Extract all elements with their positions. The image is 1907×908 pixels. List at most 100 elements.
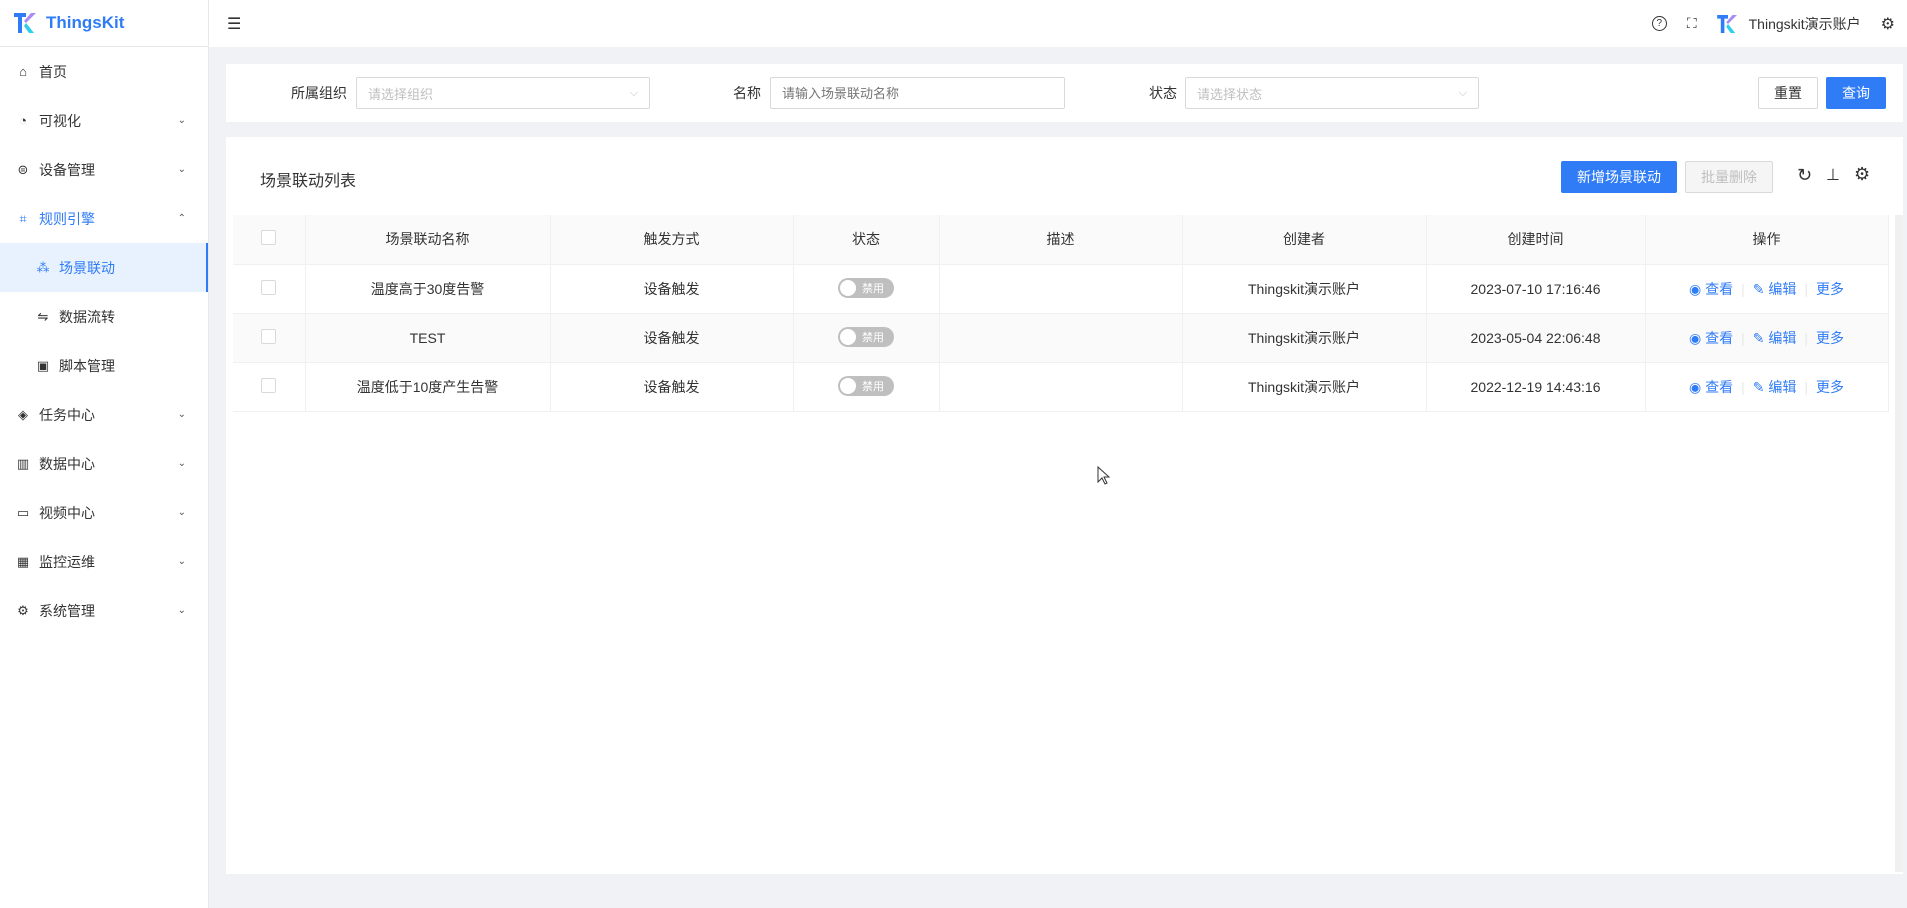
sidebar-item-label: 首页 <box>39 63 67 80</box>
row-checkbox[interactable] <box>261 328 277 344</box>
view-label: 查看 <box>1705 280 1734 297</box>
creator-cell: Thingskit演示账户 <box>1182 264 1427 314</box>
chevron-icon: ⌄ <box>177 507 186 518</box>
divider: | <box>1741 378 1745 395</box>
column-header: 状态 <box>793 215 940 265</box>
mouse-cursor-icon <box>1097 466 1111 485</box>
column-settings-icon[interactable]: ⚙ <box>1854 164 1870 185</box>
help-icon[interactable]: ? <box>1651 16 1667 31</box>
table-row[interactable]: 温度高于30度告警 设备触发 禁用 Thingskit演示账户 2023-07-… <box>233 264 1889 314</box>
time-cell: 2022-12-19 14:43:16 <box>1426 362 1646 412</box>
fullscreen-icon[interactable]: ⛶ <box>1687 15 1697 32</box>
select-all-checkbox[interactable] <box>261 230 277 246</box>
divider: | <box>1804 329 1808 346</box>
sidebar-item-0[interactable]: ⌂ 首页 <box>0 47 208 96</box>
toggle-label: 禁用 <box>862 332 884 344</box>
name-label: 名称 <box>733 85 761 101</box>
view-link[interactable]: ◉ 查看 <box>1689 281 1733 297</box>
eye-icon: ◉ <box>1688 329 1702 346</box>
sidebar-item-10[interactable]: ▦ 监控运维 ⌄ <box>0 537 208 586</box>
status-toggle[interactable]: 禁用 <box>838 327 894 347</box>
sidebar-item-label: 场景联动 <box>59 259 115 276</box>
row-checkbox[interactable] <box>261 279 277 295</box>
status-toggle[interactable]: 禁用 <box>838 278 894 298</box>
user-menu[interactable]: Thingskit演示账户 <box>1716 14 1861 34</box>
sidebar-item-9[interactable]: ▭ 视频中心 ⌄ <box>0 488 208 537</box>
query-button[interactable]: 查询 <box>1826 77 1886 109</box>
edit-label: 编辑 <box>1768 378 1797 395</box>
more-link[interactable]: 更多 <box>1816 281 1844 297</box>
menu-fold-icon[interactable]: ☰ <box>227 14 241 34</box>
reset-button[interactable]: 重置 <box>1758 77 1818 109</box>
toggle-knob <box>840 329 856 345</box>
sidebar-item-6[interactable]: ▣ 脚本管理 <box>0 341 208 390</box>
view-link[interactable]: ◉ 查看 <box>1689 379 1733 395</box>
more-link[interactable]: 更多 <box>1816 379 1844 395</box>
sidebar-item-3[interactable]: ⌗ 规则引擎 ⌃ <box>0 194 208 243</box>
row-checkbox[interactable] <box>261 377 277 393</box>
divider: | <box>1804 378 1808 395</box>
sidebar-item-11[interactable]: ⚙ 系统管理 ⌄ <box>0 586 208 635</box>
column-header: 场景联动名称 <box>305 215 551 265</box>
sidebar-item-4[interactable]: ⁂ 场景联动 <box>0 243 208 292</box>
select-all-cell <box>233 215 306 265</box>
sidebar-item-label: 数据流转 <box>59 308 115 325</box>
scene-list-card: 场景联动列表 新增场景联动 批量删除 ↻ ⊥ ⚙ 场景联动名称 触发方式 状态 描述创… <box>226 137 1903 874</box>
sidebar-item-label: 任务中心 <box>39 406 95 423</box>
batch-delete-button[interactable]: 批量删除 <box>1685 161 1773 193</box>
refresh-icon[interactable]: ↻ <box>1797 165 1812 186</box>
monitor-icon: ▦ <box>16 553 30 569</box>
sidebar-item-7[interactable]: ◈ 任务中心 ⌄ <box>0 390 208 439</box>
sidebar-item-label: 脚本管理 <box>59 357 115 374</box>
add-scene-button[interactable]: 新增场景联动 <box>1561 161 1677 193</box>
time-cell: 2023-07-10 17:16:46 <box>1426 264 1646 314</box>
edit-link[interactable]: ✎ 编辑 <box>1753 281 1797 297</box>
select-cell <box>233 264 306 314</box>
sidebar-item-label: 视频中心 <box>39 504 95 521</box>
table-row[interactable]: 温度低于10度产生告警 设备触发 禁用 Thingskit演示账户 2022-1… <box>233 362 1889 412</box>
chevron-icon: ⌄ <box>177 605 186 616</box>
density-icon[interactable]: ⊥ <box>1826 165 1840 185</box>
chevron-down-icon: ⌵ <box>629 86 638 99</box>
sidebar-item-5[interactable]: ⇋ 数据流转 <box>0 292 208 341</box>
edit-link[interactable]: ✎ 编辑 <box>1753 379 1797 395</box>
actions-cell: ◉ 查看 | ✎ 编辑 | 更多 <box>1645 313 1889 363</box>
status-label: 状态 <box>1149 85 1177 101</box>
org-select[interactable]: 请选择组织 ⌵ <box>356 77 650 109</box>
sidebar-item-8[interactable]: ▥ 数据中心 ⌄ <box>0 439 208 488</box>
divider: | <box>1804 280 1808 297</box>
chevron-icon: ⌄ <box>177 556 186 567</box>
sidebar-item-label: 规则引擎 <box>39 210 95 227</box>
search-form: 所属组织 请选择组织 ⌵ 名称 状态 请选择状态 ⌵ 重置 查询 <box>226 64 1903 122</box>
view-link[interactable]: ◉ 查看 <box>1689 330 1733 346</box>
sidebar-item-1[interactable]: ◔ 可视化 ⌄ <box>0 96 208 145</box>
sidebar-item-2[interactable]: ⊜ 设备管理 ⌄ <box>0 145 208 194</box>
edit-link[interactable]: ✎ 编辑 <box>1753 330 1797 346</box>
video-icon: ▭ <box>16 504 30 520</box>
logo[interactable]: ThingsKit <box>0 0 208 47</box>
more-link[interactable]: 更多 <box>1816 330 1844 346</box>
name-cell: 温度低于10度产生告警 <box>305 362 551 412</box>
scene-table: 场景联动名称 触发方式 状态 描述 创建者 创建时间 操作 温度高于30度告警 设备触发 禁… <box>233 215 1889 412</box>
rule-icon: ⌗ <box>19 210 27 226</box>
edit-label: 编辑 <box>1768 329 1797 346</box>
status-placeholder: 请选择状态 <box>1197 86 1263 102</box>
chevron-icon: ⌄ <box>177 409 186 420</box>
creator-cell: Thingskit演示账户 <box>1182 313 1427 363</box>
settings-icon[interactable]: ⚙ <box>1881 14 1895 34</box>
toggle-label: 禁用 <box>862 381 884 393</box>
edit-icon: ✎ <box>1752 378 1765 395</box>
status-cell: 禁用 <box>793 313 940 363</box>
status-toggle[interactable]: 禁用 <box>838 376 894 396</box>
status-select[interactable]: 请选择状态 ⌵ <box>1185 77 1479 109</box>
table-scrollbar[interactable] <box>1895 215 1903 872</box>
table-row[interactable]: TEST 设备触发 禁用 Thingskit演示账户 2023-05-04 22… <box>233 313 1889 363</box>
name-input[interactable] <box>770 77 1065 109</box>
chart-icon: ▥ <box>16 455 30 471</box>
list-title: 场景联动列表 <box>260 173 357 190</box>
chevron-icon: ⌄ <box>177 115 186 126</box>
time-cell: 2023-05-04 22:06:48 <box>1426 313 1646 363</box>
device-icon: ⊜ <box>17 161 29 177</box>
edit-icon: ✎ <box>1752 280 1765 297</box>
select-cell <box>233 313 306 363</box>
